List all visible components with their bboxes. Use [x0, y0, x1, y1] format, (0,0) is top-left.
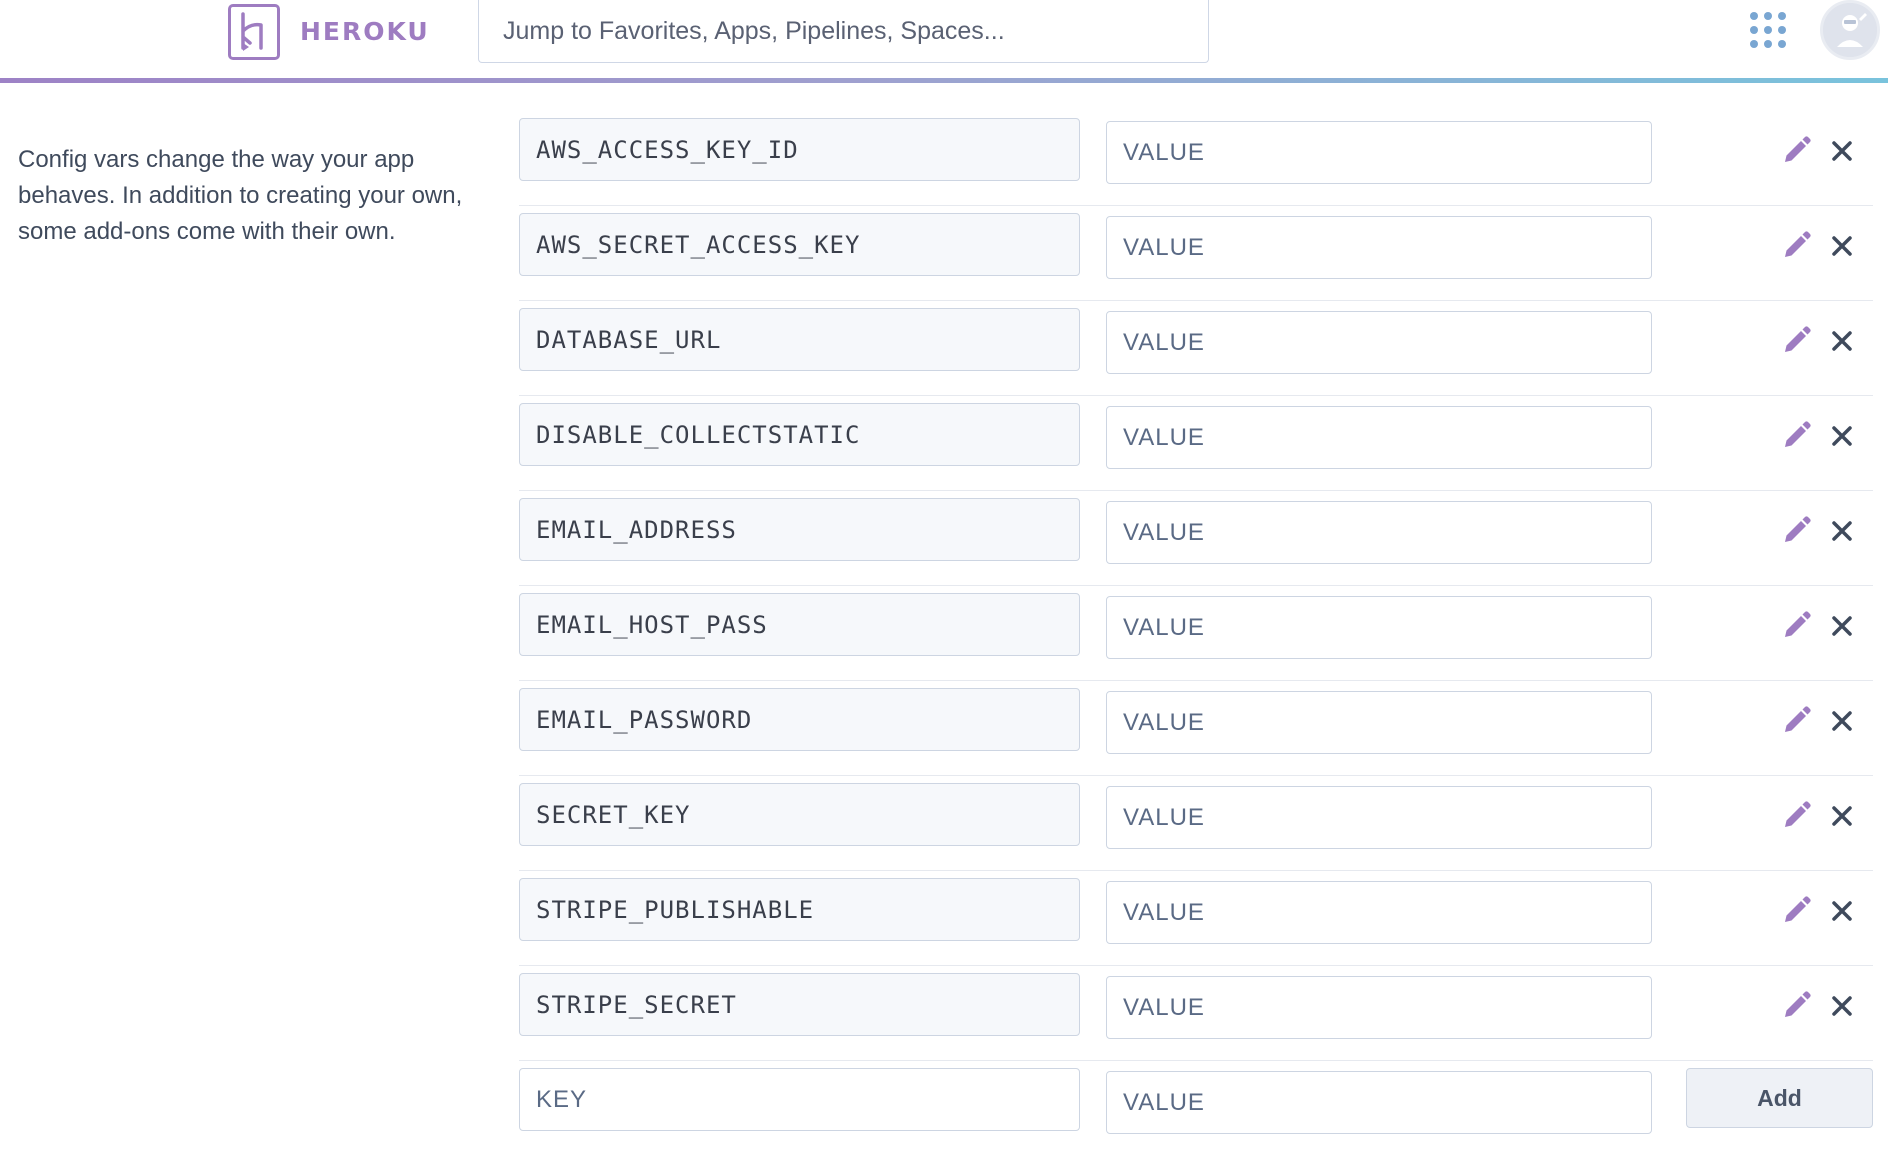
config-var-row: [519, 206, 1873, 301]
edit-config-var-button[interactable]: [1776, 416, 1816, 456]
close-icon: [1822, 226, 1862, 266]
brand-name[interactable]: HEROKU: [300, 17, 430, 46]
config-var-row: [519, 966, 1873, 1061]
close-icon: [1822, 131, 1862, 171]
edit-config-var-button[interactable]: [1776, 796, 1816, 836]
pencil-icon: [1776, 986, 1816, 1026]
close-icon: [1822, 986, 1862, 1026]
pencil-icon: [1776, 226, 1816, 266]
remove-config-var-button[interactable]: [1822, 131, 1862, 171]
config-var-key-input[interactable]: [519, 403, 1080, 466]
close-icon: [1822, 511, 1862, 551]
config-var-value-input[interactable]: [1106, 216, 1652, 279]
pencil-icon: [1776, 701, 1816, 741]
pencil-icon: [1776, 416, 1816, 456]
config-var-value-input[interactable]: [1106, 121, 1652, 184]
close-icon: [1822, 701, 1862, 741]
config-var-row: [519, 396, 1873, 491]
close-icon: [1822, 416, 1862, 456]
config-var-row: [519, 681, 1873, 776]
edit-config-var-button[interactable]: [1776, 891, 1816, 931]
edit-config-var-button[interactable]: [1776, 986, 1816, 1026]
remove-config-var-button[interactable]: [1822, 796, 1862, 836]
new-value-input[interactable]: [1106, 1071, 1652, 1134]
close-icon: [1822, 321, 1862, 361]
top-header: HEROKU: [0, 0, 1888, 78]
remove-config-var-button[interactable]: [1822, 986, 1862, 1026]
new-config-var-row: Add: [519, 1061, 1873, 1156]
edit-config-var-button[interactable]: [1776, 321, 1816, 361]
config-var-value-input[interactable]: [1106, 311, 1652, 374]
pencil-icon: [1776, 796, 1816, 836]
config-var-key-input[interactable]: [519, 783, 1080, 846]
config-var-key-input[interactable]: [519, 973, 1080, 1036]
config-var-key-input[interactable]: [519, 498, 1080, 561]
user-avatar-icon[interactable]: [1820, 0, 1880, 60]
apps-grid-icon[interactable]: [1750, 12, 1786, 48]
edit-config-var-button[interactable]: [1776, 606, 1816, 646]
remove-config-var-button[interactable]: [1822, 891, 1862, 931]
edit-config-var-button[interactable]: [1776, 511, 1816, 551]
config-var-key-input[interactable]: [519, 593, 1080, 656]
header-gradient-bar: [0, 78, 1888, 83]
close-icon: [1822, 606, 1862, 646]
edit-config-var-button[interactable]: [1776, 226, 1816, 266]
pencil-icon: [1776, 131, 1816, 171]
config-var-row: [519, 586, 1873, 681]
config-vars-list: Add: [519, 111, 1873, 1156]
pencil-icon: [1776, 321, 1816, 361]
config-var-value-input[interactable]: [1106, 406, 1652, 469]
config-var-row: [519, 491, 1873, 586]
config-var-row: [519, 111, 1873, 206]
edit-config-var-button[interactable]: [1776, 131, 1816, 171]
heroku-logo-icon[interactable]: [228, 4, 280, 60]
config-var-value-input[interactable]: [1106, 691, 1652, 754]
edit-config-var-button[interactable]: [1776, 701, 1816, 741]
remove-config-var-button[interactable]: [1822, 416, 1862, 456]
config-var-row: [519, 301, 1873, 396]
remove-config-var-button[interactable]: [1822, 226, 1862, 266]
close-icon: [1822, 796, 1862, 836]
remove-config-var-button[interactable]: [1822, 701, 1862, 741]
config-var-value-input[interactable]: [1106, 596, 1652, 659]
config-var-key-input[interactable]: [519, 308, 1080, 371]
config-var-key-input[interactable]: [519, 213, 1080, 276]
close-icon: [1822, 891, 1862, 931]
config-var-row: [519, 776, 1873, 871]
new-key-input[interactable]: [519, 1068, 1080, 1131]
pencil-icon: [1776, 511, 1816, 551]
config-var-value-input[interactable]: [1106, 976, 1652, 1039]
config-var-key-input[interactable]: [519, 878, 1080, 941]
pencil-icon: [1776, 891, 1816, 931]
config-var-key-input[interactable]: [519, 688, 1080, 751]
pencil-icon: [1776, 606, 1816, 646]
add-config-var-button[interactable]: Add: [1686, 1068, 1873, 1128]
remove-config-var-button[interactable]: [1822, 511, 1862, 551]
remove-config-var-button[interactable]: [1822, 321, 1862, 361]
config-var-value-input[interactable]: [1106, 881, 1652, 944]
config-var-value-input[interactable]: [1106, 786, 1652, 849]
remove-config-var-button[interactable]: [1822, 606, 1862, 646]
search-input[interactable]: [478, 0, 1209, 63]
config-var-value-input[interactable]: [1106, 501, 1652, 564]
config-var-key-input[interactable]: [519, 118, 1080, 181]
config-vars-description: Config vars change the way your app beha…: [18, 146, 463, 245]
config-var-row: [519, 871, 1873, 966]
